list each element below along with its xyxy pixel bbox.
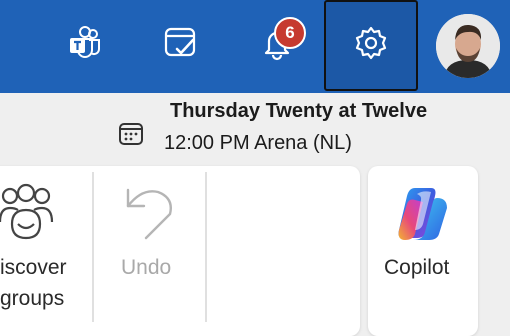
people-group-icon	[0, 182, 58, 249]
settings-button[interactable]	[324, 0, 418, 91]
meeting-title[interactable]: Thursday Twenty at Twelve	[170, 100, 427, 123]
undo-label: Undo	[121, 256, 172, 279]
calendar-icon	[118, 122, 144, 151]
undo-icon	[124, 184, 178, 247]
meeting-location: Arena (NL)	[254, 132, 352, 154]
meeting-time: 12:00 PM	[164, 132, 250, 154]
teams-icon	[67, 25, 103, 66]
avatar[interactable]	[436, 14, 500, 78]
gear-icon	[353, 25, 389, 66]
meeting-details[interactable]: 12:00 PM Arena (NL)	[164, 132, 352, 155]
discover-label-line1: iscover	[0, 256, 67, 279]
teams-button[interactable]	[38, 0, 132, 91]
notification-count-badge: 6	[274, 17, 306, 49]
ribbon-divider	[205, 172, 207, 322]
copilot-icon	[393, 184, 453, 249]
notifications-button[interactable]	[230, 0, 324, 91]
copilot-button[interactable]: Copilot	[368, 166, 478, 336]
copilot-label: Copilot	[384, 256, 450, 279]
todo-button[interactable]	[134, 0, 228, 91]
todo-icon	[163, 25, 199, 66]
ribbon-divider	[92, 172, 94, 322]
discover-label-line2: groups	[0, 287, 65, 310]
